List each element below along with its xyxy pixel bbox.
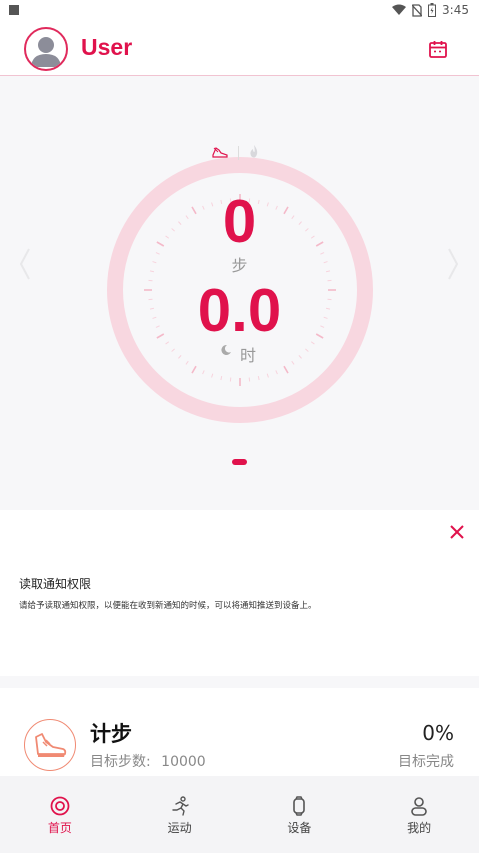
notification-permission-card[interactable]: 读取通知权限 请给予读取通知权限，以便能在收到新通知的时候，可以将通知推送到设备… xyxy=(0,510,479,676)
status-time: 3:45 xyxy=(442,3,469,17)
nav-item-mine[interactable]: 我的 xyxy=(359,776,479,853)
ring-tick xyxy=(220,375,223,381)
bottom-navigation: 首页 运动 设备 我的 xyxy=(0,776,479,853)
steps-goal: 目标步数: 10000 xyxy=(90,751,206,771)
close-icon[interactable] xyxy=(449,524,465,540)
nav-item-device[interactable]: 设备 xyxy=(240,776,360,853)
ring-tick xyxy=(266,373,269,378)
sleep-hours-unit: 时 xyxy=(240,346,257,365)
ring-tick xyxy=(257,375,260,381)
nav-label-sport: 运动 xyxy=(167,821,192,835)
ring-tick xyxy=(283,365,289,374)
person-icon xyxy=(411,797,427,816)
nav-item-sport[interactable]: 运动 xyxy=(120,776,240,853)
ring-tick xyxy=(310,341,315,345)
ring-tick xyxy=(291,360,295,365)
ring-tick xyxy=(211,373,214,378)
username: User xyxy=(81,34,133,60)
ring-tick xyxy=(298,355,302,359)
steps-value: 0 xyxy=(222,188,257,255)
no-sim-icon xyxy=(412,3,423,17)
ring-tick xyxy=(275,370,278,375)
ring-tick xyxy=(185,360,189,365)
ring-mode-icons xyxy=(212,143,259,162)
user-avatar[interactable] xyxy=(24,27,68,71)
steps-goal-value: 10000 xyxy=(161,754,206,770)
wifi-icon xyxy=(392,4,407,16)
divider xyxy=(238,145,239,160)
steps-card-icon-circle xyxy=(24,719,76,771)
steps-card[interactable]: 计步 目标步数: 10000 0% 目标完成 xyxy=(0,688,479,788)
notice-title: 读取通知权限 xyxy=(19,577,92,591)
ring-tick xyxy=(178,355,182,359)
steps-card-title: 计步 xyxy=(90,722,132,746)
nav-label-device: 设备 xyxy=(287,821,312,835)
calendar-icon[interactable] xyxy=(428,39,448,59)
app-header: User xyxy=(0,24,479,76)
shoe-icon xyxy=(212,143,228,162)
steps-unit: 步 xyxy=(231,256,248,275)
flame-icon xyxy=(249,143,259,162)
ring-tick xyxy=(171,348,175,352)
home-icon xyxy=(50,796,70,816)
person-avatar-icon xyxy=(31,37,61,67)
nav-item-home[interactable]: 首页 xyxy=(0,776,120,853)
nav-label-mine: 我的 xyxy=(407,821,432,835)
ring-tick xyxy=(191,365,197,374)
watch-icon xyxy=(293,796,306,816)
activity-dashboard[interactable]: 0 步 0.0 时 xyxy=(0,77,479,509)
goal-percent: 0% xyxy=(422,721,454,745)
steps-goal-label: 目标步数: xyxy=(90,754,151,770)
moon-icon xyxy=(220,341,232,360)
goal-percent-label: 目标完成 xyxy=(398,754,454,770)
status-bar: 3:45 xyxy=(0,0,479,24)
ring-tick xyxy=(165,341,170,345)
notification-square-icon xyxy=(9,5,19,15)
battery-icon xyxy=(428,3,437,17)
nav-label-home: 首页 xyxy=(47,821,72,835)
ring-tick xyxy=(202,370,205,375)
ring-tick xyxy=(305,348,309,352)
run-icon xyxy=(171,796,189,816)
page-indicator xyxy=(232,459,247,465)
shoe-icon xyxy=(35,733,67,757)
notice-body: 请给予读取通知权限，以便能在收到新通知的时候，可以将通知推送到设备上。 xyxy=(19,601,317,611)
sleep-hours-value: 0.0 xyxy=(197,277,282,344)
